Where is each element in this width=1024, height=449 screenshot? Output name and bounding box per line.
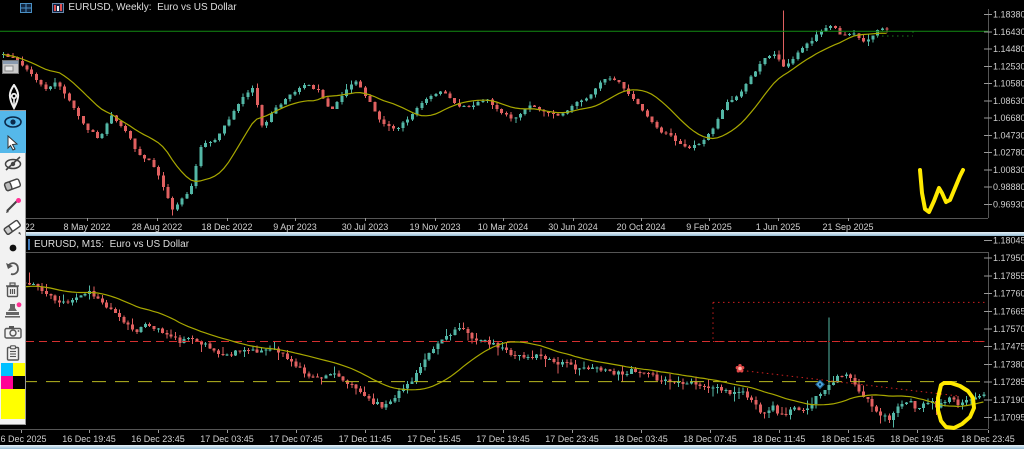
date-label: 18 Dec 15:45 [821,434,875,444]
price-tick-label: 1.10580 [993,79,1024,89]
drawing-toolbar [0,110,26,425]
price-axis: 1.18045 1.17950 1.17855 1.17760 1.17665 1.175… [984,236,1024,423]
price-tick-label: 1.18380 [993,10,1024,20]
price-tick-label: 1.18045 [993,236,1024,246]
date-label: 17 Dec 15:45 [407,434,461,444]
candles[interactable] [2,273,985,428]
price-tick-label: 1.02780 [993,148,1024,158]
price-tick-label: 1.17285 [993,377,1024,387]
date-label: 17 Dec 03:45 [200,434,254,444]
pencil-draw-tool-icon[interactable] [0,195,26,216]
price-tick-label: 1.17190 [993,395,1024,405]
eraser-tool-icon[interactable] [0,174,26,195]
price-tick-label: 1.14480 [993,44,1024,54]
time-axis: 16 Dec 2025 16 Dec 19:45 16 Dec 23:45 17 De… [0,430,1015,444]
price-tick-label: 1.16430 [993,27,1024,37]
date-label: 30 Jul 2023 [342,222,389,232]
docked-window-icon[interactable] [2,60,19,74]
stamp-tool-icon[interactable] [0,300,26,321]
price-tick-label: 1.04730 [993,130,1024,140]
bottom-splitter[interactable] [0,445,1024,449]
screenshot-tool-icon[interactable] [0,321,26,342]
palette-color-0[interactable] [1,363,13,376]
descending-trendline[interactable] [737,370,958,396]
price-tick-label: 1.17095 [993,413,1024,423]
date-label: 16 Dec 23:45 [131,434,185,444]
price-tick-label: 0.96930 [993,200,1024,210]
price-tick-label: 1.17475 [993,342,1024,352]
sell-signal-marker[interactable] [736,364,745,372]
palette-color-3[interactable] [13,376,25,389]
date-label: 9 Feb 2025 [686,222,732,232]
date-label: 8 May 2022 [63,222,110,232]
moving-average-line[interactable] [3,33,887,181]
date-label: 17 Dec 11:45 [339,434,392,444]
plot-border [0,252,989,430]
cursor-tool-icon[interactable] [0,132,26,153]
date-label: 16 Dec 2025 [0,434,47,444]
palette-color-2[interactable] [1,376,13,389]
clear-drawings-tool-icon[interactable] [0,216,26,237]
delete-all-tool-icon[interactable] [0,279,26,300]
weekly-chart-title: EURUSD, Weekly: Euro vs US Dollar [3,2,237,13]
price-axis: 1.18380 1.16430 1.14480 1.12530 1.10580 1.086… [984,10,1024,210]
charts-canvas[interactable]: 1.18380 1.16430 1.14480 1.12530 1.10580 1.086… [0,0,1024,449]
date-label: 30 Jun 2024 [548,222,598,232]
price-tick-label: 0.98880 [993,182,1024,192]
active-chart-indicator [28,239,30,250]
plot-border [0,9,989,219]
date-label: 1 Jun 2025 [756,222,801,232]
price-tick-label: 1.00830 [993,165,1024,175]
price-tick-label: 1.08630 [993,96,1024,106]
date-label: 18 Dec 11:45 [753,434,806,444]
candles[interactable] [2,10,889,215]
copy-tool-icon[interactable] [0,342,26,363]
price-tick-label: 1.12530 [993,61,1024,71]
date-label: 17 Dec 07:45 [269,434,323,444]
m15-chart-title-text: EURUSD, M15: Euro vs US Dollar [34,239,189,250]
date-label: 20 Oct 2024 [616,222,665,232]
price-tick-label: 1.06680 [993,113,1024,123]
panel-splitter[interactable] [0,232,1024,236]
price-tick-label: 1.17380 [993,359,1024,369]
weekly-chart-title-text: EURUSD, Weekly: Euro vs US Dollar [68,2,236,13]
date-label: 17 Dec 23:45 [545,434,599,444]
mt4-window: 1.18380 1.16430 1.14480 1.12530 1.10580 1.086… [0,0,1024,449]
chart-objects[interactable] [0,302,988,396]
date-label: 18 Dec 19:45 [890,434,944,444]
hide-drawings-tool-icon[interactable] [0,153,26,174]
price-tick-label: 1.17950 [993,253,1024,263]
m15-chart-title: EURUSD, M15: Euro vs US Dollar [28,239,189,250]
brush-size-tool-icon[interactable] [0,237,26,258]
price-tick-label: 1.17760 [993,289,1024,299]
candlestick-chart-icon [36,3,65,13]
price-tick-label: 1.17665 [993,306,1024,316]
date-label: 18 Dec 07:45 [683,434,737,444]
pen-tool-icon[interactable] [5,84,23,110]
price-tick-label: 1.17570 [993,324,1024,334]
undo-tool-icon[interactable] [0,258,26,279]
date-label: 18 Dec 03:45 [614,434,668,444]
m15-chart[interactable]: 1.18045 1.17950 1.17855 1.17760 1.17665 1.175… [0,236,1024,445]
weekly-chart[interactable]: 1.18380 1.16430 1.14480 1.12530 1.10580 1.086… [0,9,1024,232]
time-axis: 16 Jan 20228 May 202228 Aug 202218 Dec 2… [0,218,874,232]
date-label: 16 Dec 19:45 [62,434,116,444]
annotation-w-pattern[interactable] [920,170,963,212]
price-tick-label: 1.17855 [993,271,1024,281]
chart-grid-icon [3,3,32,13]
date-label: 18 Dec 23:45 [961,434,1015,444]
date-label: 9 Apr 2023 [273,222,317,232]
moving-average-line[interactable] [3,286,983,406]
palette-color-1[interactable] [13,363,25,376]
show-drawings-tool-icon[interactable] [0,111,26,132]
supply-box-red[interactable] [713,302,987,341]
date-label: 19 Nov 2023 [409,222,460,232]
date-label: 17 Dec 19:45 [476,434,530,444]
date-label: 18 Dec 2022 [201,222,252,232]
date-label: 28 Aug 2022 [132,222,183,232]
color-palette[interactable] [1,363,25,389]
date-label: 10 Mar 2024 [478,222,529,232]
date-label: 21 Sep 2025 [822,222,873,232]
active-color-swatch[interactable] [1,389,25,419]
